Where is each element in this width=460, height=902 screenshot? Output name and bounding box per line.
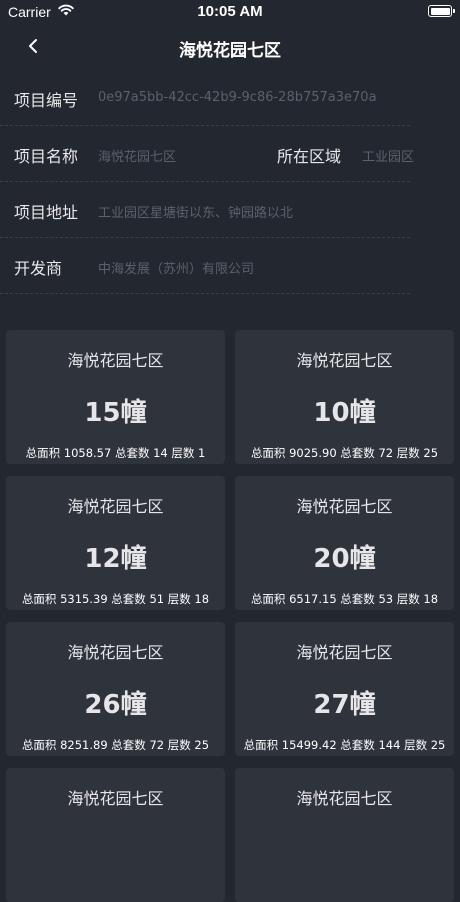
area-label: 所在区域 (277, 147, 342, 166)
building-grid: 海悦花园七区 15幢 总面积 1058.57 总套数 14 层数 1 海悦花园七… (6, 330, 454, 902)
building-project-name: 海悦花园七区 (67, 643, 164, 662)
project-id-value: 0e97a5bb-42cc-42b9-9c86-28b757a3e70a (98, 90, 377, 105)
area-value: 工业园区 (362, 150, 415, 165)
developer-row: 开发商 中海发展（苏州）有限公司 (0, 238, 410, 294)
building-stats: 总面积 15499.42 总套数 144 层数 25 (243, 738, 446, 752)
building-stats: 总面积 9025.90 总套数 72 层数 25 (250, 446, 439, 460)
project-id-row: 项目编号 0e97a5bb-42cc-42b9-9c86-28b757a3e70… (0, 70, 410, 126)
building-project-name: 海悦花园七区 (67, 497, 164, 516)
building-card[interactable]: 海悦花园七区 12幢 总面积 5315.39 总套数 51 层数 18 (6, 476, 225, 610)
navigation-bar: 海悦花园七区 (0, 24, 460, 70)
project-name-value: 海悦花园七区 (98, 150, 177, 165)
project-id-label: 项目编号 (14, 91, 79, 110)
project-name-row: 项目名称 海悦花园七区 所在区域 工业园区 (0, 126, 414, 182)
building-card[interactable]: 海悦花园七区 (6, 768, 225, 902)
building-project-name: 海悦花园七区 (67, 789, 164, 808)
project-name-label: 项目名称 (14, 147, 79, 166)
project-address-value: 工业园区星塘街以东、钟园路以北 (98, 206, 294, 221)
building-project-name: 海悦花园七区 (296, 497, 393, 516)
building-project-name: 海悦花园七区 (67, 351, 164, 370)
building-number: 12幢 (84, 544, 147, 574)
building-stats: 总面积 5315.39 总套数 51 层数 18 (21, 592, 210, 606)
building-project-name: 海悦花园七区 (296, 351, 393, 370)
page-title: 海悦花园七区 (179, 41, 281, 61)
project-info: 项目编号 0e97a5bb-42cc-42b9-9c86-28b757a3e70… (0, 70, 460, 294)
building-card[interactable]: 海悦花园七区 (235, 768, 454, 902)
building-number: 26幢 (84, 690, 147, 720)
building-number: 27幢 (313, 690, 376, 720)
building-number: 20幢 (313, 544, 376, 574)
developer-label: 开发商 (14, 259, 63, 278)
building-stats: 总面积 1058.57 总套数 14 层数 1 (25, 446, 206, 460)
building-number: 15幢 (84, 398, 147, 428)
building-project-name: 海悦花园七区 (296, 789, 393, 808)
status-bar: Carrier 10:05 AM (0, 0, 460, 24)
building-card[interactable]: 海悦花园七区 10幢 总面积 9025.90 总套数 72 层数 25 (235, 330, 454, 464)
building-card[interactable]: 海悦花园七区 27幢 总面积 15499.42 总套数 144 层数 25 (235, 622, 454, 756)
building-card[interactable]: 海悦花园七区 26幢 总面积 8251.89 总套数 72 层数 25 (6, 622, 225, 756)
building-stats: 总面积 6517.15 总套数 53 层数 18 (250, 592, 439, 606)
developer-value: 中海发展（苏州）有限公司 (98, 262, 255, 277)
project-address-row: 项目地址 工业园区星塘街以东、钟园路以北 (0, 182, 410, 238)
building-project-name: 海悦花园七区 (296, 643, 393, 662)
building-card[interactable]: 海悦花园七区 20幢 总面积 6517.15 总套数 53 层数 18 (235, 476, 454, 610)
building-card[interactable]: 海悦花园七区 15幢 总面积 1058.57 总套数 14 层数 1 (6, 330, 225, 464)
clock: 10:05 AM (197, 3, 263, 20)
project-address-label: 项目地址 (14, 203, 79, 222)
battery-icon (428, 5, 455, 17)
building-number: 10幢 (313, 398, 376, 428)
building-stats: 总面积 8251.89 总套数 72 层数 25 (21, 738, 210, 752)
